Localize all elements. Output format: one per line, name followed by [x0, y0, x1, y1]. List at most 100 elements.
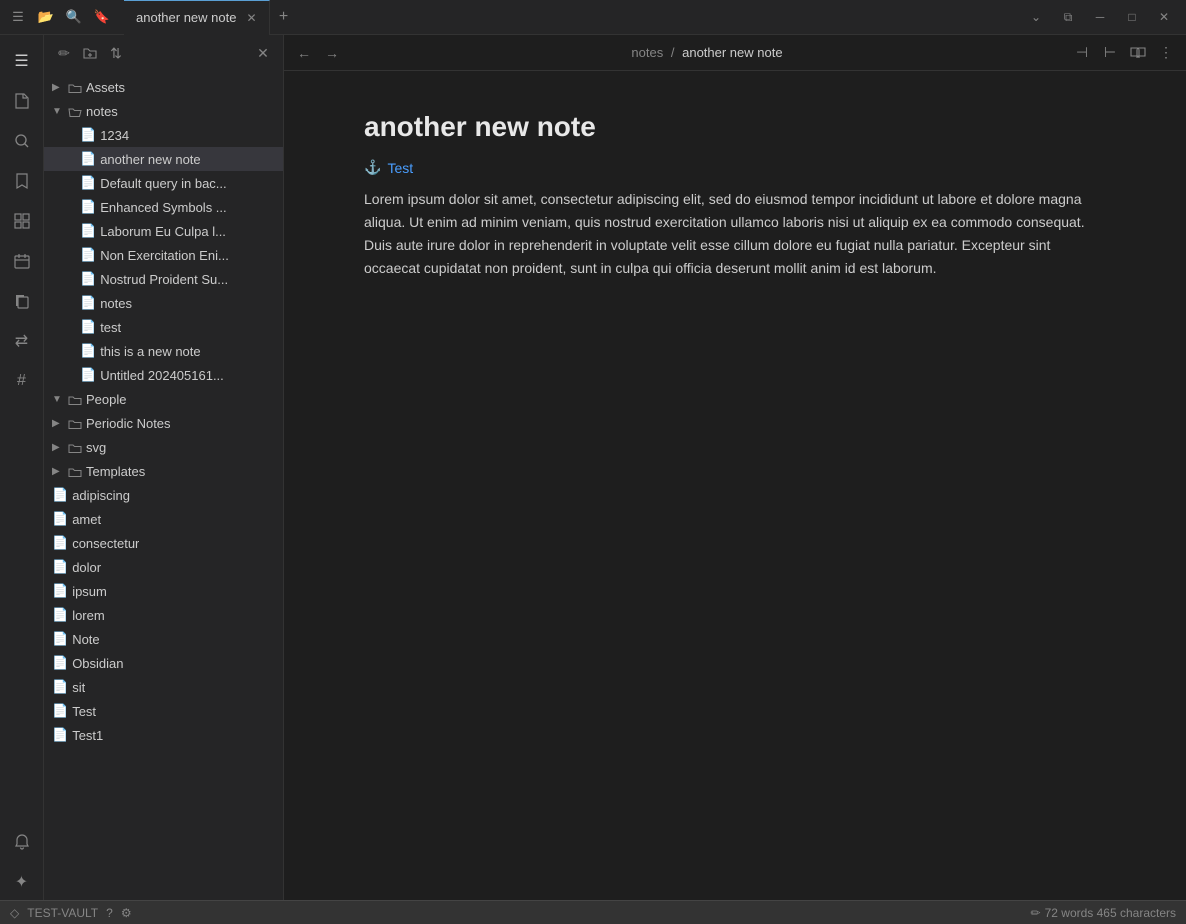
list-item[interactable]: 📄 Laborum Eu Culpa l... — [44, 219, 283, 243]
editor-content[interactable]: another new note ⚓ Test Lorem ipsum dolo… — [284, 71, 1186, 900]
list-item[interactable]: 📄 consectetur — [44, 531, 283, 555]
list-item[interactable]: 📄 notes — [44, 291, 283, 315]
folder-icon — [68, 416, 82, 431]
tabs-bar: another new note ✕ + — [124, 0, 1018, 35]
list-item[interactable]: 📄 lorem — [44, 603, 283, 627]
anchor-icon: ⚓ — [364, 159, 381, 176]
reading-view-button[interactable] — [1126, 41, 1150, 65]
list-item[interactable]: 📄 Untitled 202405161... — [44, 363, 283, 387]
file-label: this is a new note — [100, 344, 200, 359]
list-item[interactable]: 📄 test — [44, 315, 283, 339]
document-link[interactable]: ⚓ Test — [364, 159, 1106, 176]
activity-grid-icon[interactable] — [4, 203, 40, 239]
title-bar-left: ☰ 📂 🔍 🔖 — [8, 7, 112, 27]
sidebar-tree: ▶ Assets ▼ notes � — [44, 71, 283, 900]
file-icon: 📄 — [80, 175, 96, 191]
list-item[interactable]: 📄 another new note — [44, 147, 283, 171]
activity-bar: ☰ — [0, 35, 44, 900]
split-editor-button[interactable]: ⧉ — [1054, 3, 1082, 31]
settings-icon[interactable]: ⚙ — [121, 906, 132, 920]
activity-bookmarks-icon[interactable] — [4, 163, 40, 199]
list-item[interactable]: 📄 Test1 — [44, 723, 283, 747]
list-item[interactable]: 📄 ipsum — [44, 579, 283, 603]
forward-button[interactable]: → — [320, 41, 344, 65]
last-page-button[interactable]: ⊢ — [1098, 41, 1122, 65]
file-label: Note — [72, 632, 99, 647]
activity-star-icon[interactable]: ✦ — [4, 864, 40, 900]
list-item[interactable]: 📄 adipiscing — [44, 483, 283, 507]
folder-open-icon — [68, 104, 82, 119]
file-icon: 📄 — [52, 631, 68, 647]
activity-calendar-icon[interactable] — [4, 243, 40, 279]
title-bar: ☰ 📂 🔍 🔖 another new note ✕ + ⌄ ⧉ ─ □ ✕ — [0, 0, 1186, 35]
list-item[interactable]: 📄 sit — [44, 675, 283, 699]
minimize-button[interactable]: ─ — [1086, 3, 1114, 31]
file-icon: 📄 — [52, 655, 68, 671]
arrow-icon: ▶ — [52, 442, 64, 453]
new-note-button[interactable]: ✏ — [52, 41, 76, 65]
file-icon: 📄 — [52, 727, 68, 743]
list-item[interactable]: 📄 Default query in bac... — [44, 171, 283, 195]
close-sidebar-button[interactable]: ✕ — [251, 41, 275, 65]
open-file-icon[interactable]: 📂 — [36, 7, 56, 27]
sidebar-item-people[interactable]: ▼ People — [44, 387, 283, 411]
activity-sidebar-icon[interactable]: ☰ — [4, 43, 40, 79]
sidebar: ✏ ⇅ ✕ ▶ Assets — [44, 35, 284, 900]
more-options-button[interactable]: ⋮ — [1154, 41, 1178, 65]
activity-tag-icon[interactable]: # — [4, 363, 40, 399]
periodic-notes-label: Periodic Notes — [86, 416, 171, 431]
list-item[interactable]: 📄 amet — [44, 507, 283, 531]
file-label: Default query in bac... — [100, 176, 226, 191]
sidebar-item-svg[interactable]: ▶ svg — [44, 435, 283, 459]
file-label: Untitled 202405161... — [100, 368, 224, 383]
editor-area: ← → notes / another new note ⊣ ⊢ ⋮ — [284, 35, 1186, 900]
file-icon: 📄 — [80, 223, 96, 239]
sidebar-item-periodic-notes[interactable]: ▶ Periodic Notes — [44, 411, 283, 435]
breadcrumb: notes / another new note — [348, 45, 1066, 60]
help-icon[interactable]: ? — [106, 906, 113, 920]
search-icon[interactable]: 🔍 — [64, 7, 84, 27]
sort-button[interactable]: ⇅ — [104, 41, 128, 65]
link-label: Test — [387, 160, 413, 176]
list-item[interactable]: 📄 Enhanced Symbols ... — [44, 195, 283, 219]
file-icon: 📄 — [52, 487, 68, 503]
sidebar-item-assets[interactable]: ▶ Assets — [44, 75, 283, 99]
list-item[interactable]: 📄 Non Exercitation Eni... — [44, 243, 283, 267]
sidebar-toggle-icon[interactable]: ☰ — [8, 7, 28, 27]
file-icon: 📄 — [80, 319, 96, 335]
active-tab[interactable]: another new note ✕ — [124, 0, 270, 35]
activity-search-icon[interactable] — [4, 123, 40, 159]
vault-name[interactable]: TEST-VAULT — [27, 906, 98, 920]
file-label: Enhanced Symbols ... — [100, 200, 226, 215]
tab-close-button[interactable]: ✕ — [246, 11, 256, 25]
activity-diff-icon[interactable]: ⇄ — [4, 323, 40, 359]
first-page-button[interactable]: ⊣ — [1070, 41, 1094, 65]
list-item[interactable]: 📄 Test — [44, 699, 283, 723]
list-item[interactable]: 📄 Nostrud Proident Su... — [44, 267, 283, 291]
new-folder-button[interactable] — [78, 41, 102, 65]
file-icon: 📄 — [52, 607, 68, 623]
arrow-icon: ▼ — [52, 394, 64, 405]
list-item[interactable]: 📄 this is a new note — [44, 339, 283, 363]
activity-copy-icon[interactable] — [4, 283, 40, 319]
list-item[interactable]: 📄 dolor — [44, 555, 283, 579]
new-tab-button[interactable]: + — [270, 3, 298, 31]
maximize-button[interactable]: □ — [1118, 3, 1146, 31]
activity-bell-icon[interactable] — [4, 824, 40, 860]
document-body: Lorem ipsum dolor sit amet, consectetur … — [364, 188, 1106, 280]
close-button[interactable]: ✕ — [1150, 3, 1178, 31]
dropdown-button[interactable]: ⌄ — [1022, 3, 1050, 31]
activity-files-icon[interactable] — [4, 83, 40, 119]
list-item[interactable]: 📄 Note — [44, 627, 283, 651]
list-item[interactable]: 📄 Obsidian — [44, 651, 283, 675]
window-controls: ⌄ ⧉ ─ □ ✕ — [1022, 3, 1178, 31]
sidebar-item-notes-folder[interactable]: ▼ notes — [44, 99, 283, 123]
word-count: 72 words 465 characters — [1045, 906, 1176, 920]
assets-label: Assets — [86, 80, 125, 95]
bookmark-icon[interactable]: 🔖 — [92, 7, 112, 27]
back-button[interactable]: ← — [292, 41, 316, 65]
file-icon: 📄 — [80, 199, 96, 215]
list-item[interactable]: 📄 1234 — [44, 123, 283, 147]
folder-icon — [68, 464, 82, 479]
sidebar-item-templates[interactable]: ▶ Templates — [44, 459, 283, 483]
